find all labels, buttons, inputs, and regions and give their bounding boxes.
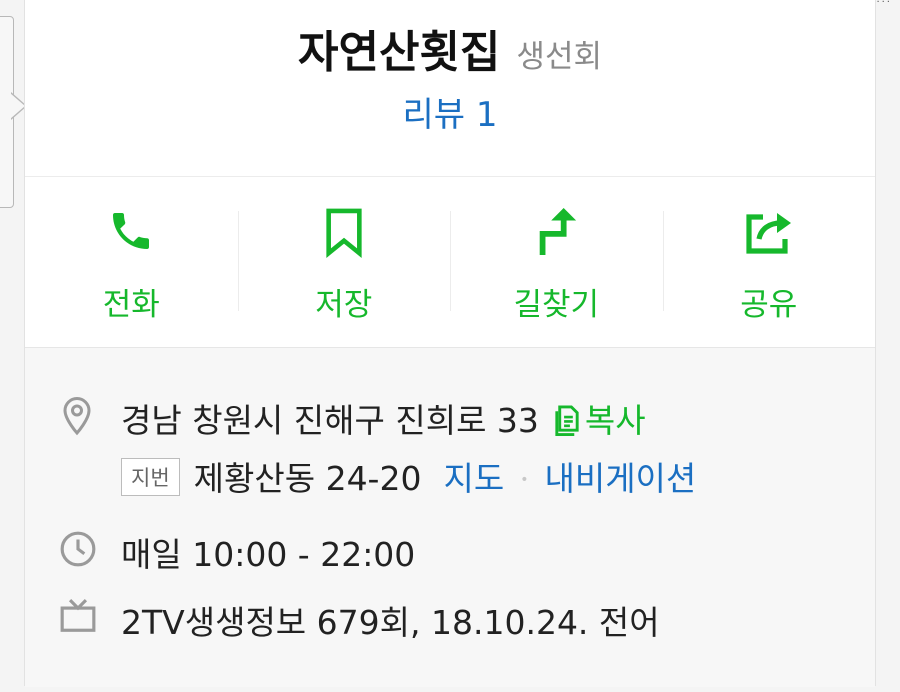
place-name: 자연산횟집 bbox=[298, 27, 501, 78]
lot-address-text: 지번 제황산동 24-20 지도 • 내비게이션 bbox=[121, 452, 696, 500]
copy-label: 복사 bbox=[584, 401, 646, 440]
navigation-link[interactable]: 내비게이션 bbox=[544, 459, 696, 498]
directions-icon bbox=[539, 208, 577, 255]
share-icon bbox=[746, 213, 791, 254]
bookmark-icon bbox=[326, 208, 362, 258]
clock-icon bbox=[60, 531, 96, 567]
save-label: 저장 bbox=[315, 287, 373, 323]
copy-icon bbox=[555, 405, 579, 436]
place-category: 생선회 bbox=[516, 39, 602, 75]
directions-label: 길찾기 bbox=[513, 287, 600, 323]
location-pin-icon bbox=[63, 397, 91, 436]
road-address: 경남 창원시 진해구 진희로 33 bbox=[121, 401, 539, 440]
tv-text: 2TV생생정보 679회, 18.10.24. 전어 bbox=[121, 603, 660, 642]
copy-address-button[interactable]: 복사 bbox=[553, 401, 646, 440]
call-button[interactable]: 전화 bbox=[25, 177, 238, 347]
action-bar: 전화 저장 길찾기 공유 bbox=[25, 177, 875, 348]
phone-icon bbox=[113, 213, 150, 249]
tv-icon bbox=[60, 599, 96, 632]
address-text: 경남 창원시 진해구 진희로 33 복사 bbox=[121, 394, 646, 442]
hours-text: 매일 10:00 - 22:00 bbox=[121, 535, 416, 574]
share-label: 공유 bbox=[740, 287, 798, 323]
directions-button[interactable]: 길찾기 bbox=[450, 177, 663, 347]
share-button[interactable]: 공유 bbox=[662, 177, 876, 347]
lot-badge: 지번 bbox=[121, 458, 180, 496]
more-options-icon[interactable]: ··· bbox=[876, 0, 892, 8]
call-label: 전화 bbox=[102, 287, 160, 323]
save-button[interactable]: 저장 bbox=[237, 177, 451, 347]
title-row: 자연산횟집 생선회 bbox=[25, 16, 875, 80]
place-card: 자연산횟집 생선회 리뷰 1 전화 저장 길찾기 공유 경남 창원시 진해구 진… bbox=[24, 0, 876, 687]
map-link[interactable]: 지도 bbox=[443, 459, 504, 498]
place-info: 경남 창원시 진해구 진희로 33 복사 지번 제황산동 24-20 지도 • 내비게이션… bbox=[25, 348, 875, 687]
place-header: 자연산횟집 생선회 리뷰 1 bbox=[25, 0, 875, 177]
link-separator: • bbox=[520, 472, 529, 488]
lot-address: 제황산동 24-20 bbox=[193, 459, 422, 498]
review-link[interactable]: 리뷰 1 bbox=[25, 87, 875, 136]
